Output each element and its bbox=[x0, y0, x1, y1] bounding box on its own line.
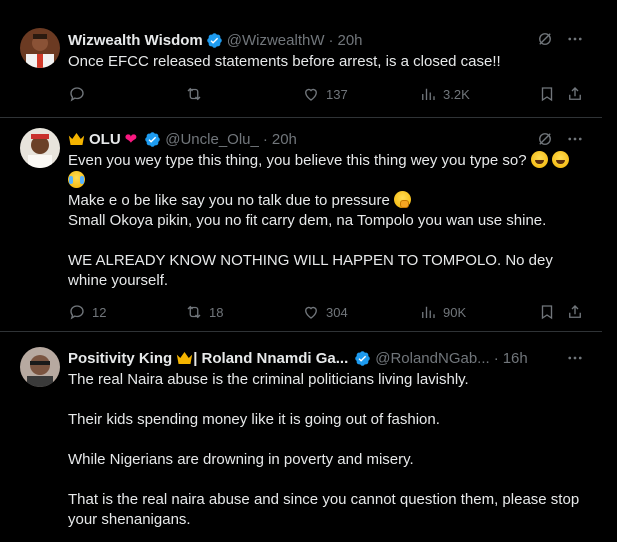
dot-separator: · bbox=[328, 31, 334, 49]
repost-count: 18 bbox=[209, 304, 224, 320]
author-handle[interactable]: @WizwealthW bbox=[227, 32, 325, 49]
tweet-2[interactable]: OLU ❤ @Uncle_Olu_ · 20h Even you wey typ… bbox=[0, 118, 602, 332]
verified-icon bbox=[355, 350, 370, 366]
more-icon[interactable] bbox=[566, 349, 584, 367]
like-button[interactable]: 137 bbox=[302, 84, 348, 104]
verified-icon bbox=[206, 32, 222, 48]
tweet-time[interactable]: 16h bbox=[503, 350, 528, 367]
like-icon bbox=[305, 88, 317, 101]
tweet-line: Their kids spending money like it is goi… bbox=[68, 411, 440, 428]
author-name[interactable]: OLU bbox=[89, 131, 121, 148]
tweet-line-text: o be like say you no talk due to pressur… bbox=[117, 192, 395, 209]
tweet-line-text: Make e bbox=[68, 192, 118, 209]
repost-button[interactable]: 18 bbox=[185, 302, 223, 322]
reply-icon bbox=[70, 87, 84, 102]
author-handle[interactable]: @Uncle_Olu_ bbox=[165, 131, 259, 148]
share-icon bbox=[569, 305, 581, 318]
like-count: 304 bbox=[326, 304, 348, 320]
tweet-header: OLU ❤ @Uncle_Olu_ · 20h bbox=[68, 129, 538, 149]
dot-separator: · bbox=[493, 349, 499, 367]
tweet-top-actions bbox=[566, 349, 584, 367]
verified-icon bbox=[145, 131, 161, 147]
repost-icon bbox=[187, 305, 201, 319]
like-button[interactable]: 304 bbox=[302, 302, 348, 322]
author-name[interactable]: Positivity King bbox=[68, 350, 172, 367]
avatar[interactable] bbox=[20, 28, 60, 68]
avatar[interactable] bbox=[20, 347, 60, 387]
views-button[interactable]: 90K bbox=[419, 302, 466, 322]
share-button[interactable] bbox=[566, 302, 584, 322]
shushing-emoji-icon bbox=[394, 191, 412, 208]
crown-icon bbox=[177, 352, 193, 364]
tweet-line: That is the real naira abuse and since y… bbox=[68, 491, 580, 528]
tweet-3[interactable]: Positivity King | Roland Nnamdi Ga... @R… bbox=[0, 332, 602, 542]
bookmark-button[interactable] bbox=[538, 84, 556, 104]
grok-icon[interactable] bbox=[536, 30, 554, 48]
avatar[interactable] bbox=[20, 128, 60, 168]
views-icon bbox=[422, 306, 435, 318]
tweet-actions: 12 18 304 90K bbox=[68, 302, 588, 322]
tears-of-joy-emoji-icon bbox=[68, 171, 85, 188]
bookmark-button[interactable] bbox=[538, 302, 556, 322]
repost-icon bbox=[187, 87, 201, 101]
tweet-text: Once EFCC released statements before arr… bbox=[68, 52, 588, 72]
tweet-top-actions bbox=[536, 130, 584, 148]
tweet-line: Even you wey type this thing, you believ… bbox=[68, 151, 588, 191]
tweet-text: Even you wey type this thing, you believ… bbox=[68, 151, 588, 291]
tweet-line: While Nigerians are drowning in poverty … bbox=[68, 451, 414, 468]
heart-icon: ❤ bbox=[124, 131, 138, 148]
reply-button[interactable]: 12 bbox=[68, 302, 106, 322]
dot-separator: · bbox=[262, 130, 268, 148]
laughing-emoji-icon bbox=[530, 151, 548, 168]
more-icon[interactable] bbox=[566, 30, 584, 48]
tweet-line-text: Even you wey type this thing, you believ… bbox=[68, 152, 531, 169]
tweet-time[interactable]: 20h bbox=[337, 32, 362, 49]
tweet-line: The real Naira abuse is the criminal pol… bbox=[68, 371, 469, 388]
reply-count: 12 bbox=[92, 304, 107, 320]
like-count: 137 bbox=[326, 86, 348, 102]
bookmark-icon bbox=[541, 305, 553, 320]
crown-icon bbox=[68, 133, 85, 145]
tweet-actions: 137 3.2K bbox=[68, 84, 588, 104]
tweet-header: Positivity King | Roland Nnamdi Ga... @R… bbox=[68, 348, 538, 368]
tweet-line: Once EFCC released statements before arr… bbox=[68, 53, 501, 70]
tweet-line: Make e o be like say you no talk due to … bbox=[68, 191, 588, 211]
author-name-suffix[interactable]: | Roland Nnamdi Ga... bbox=[193, 350, 348, 367]
author-handle[interactable]: @RolandNGab... bbox=[375, 350, 489, 367]
tweet-1[interactable]: Wizwealth Wisdom @WizwealthW · 20h Once … bbox=[0, 0, 602, 118]
views-count: 90K bbox=[443, 304, 467, 320]
like-icon bbox=[305, 306, 317, 319]
tweet-time[interactable]: 20h bbox=[272, 131, 297, 148]
reply-button[interactable] bbox=[68, 84, 92, 104]
bookmark-icon bbox=[541, 87, 553, 102]
tweet-header: Wizwealth Wisdom @WizwealthW · 20h bbox=[68, 30, 538, 50]
reply-icon bbox=[70, 305, 84, 320]
share-button[interactable] bbox=[566, 84, 584, 104]
grok-icon[interactable] bbox=[536, 130, 554, 148]
scrollbar[interactable] bbox=[602, 0, 617, 542]
tweet-line: Small Okoya pikin, you no fit carry dem,… bbox=[68, 212, 547, 229]
views-icon bbox=[422, 88, 435, 100]
views-button[interactable]: 3.2K bbox=[419, 84, 470, 104]
share-icon bbox=[569, 87, 581, 100]
laughing-emoji-icon bbox=[551, 151, 569, 168]
tweet-line: WE ALREADY KNOW NOTHING WILL HAPPEN TO T… bbox=[68, 252, 553, 289]
repost-button[interactable] bbox=[185, 84, 209, 104]
views-count: 3.2K bbox=[443, 86, 470, 102]
tweet-text: The real Naira abuse is the criminal pol… bbox=[68, 370, 588, 530]
author-name[interactable]: Wizwealth Wisdom bbox=[68, 32, 203, 49]
tweet-top-actions bbox=[536, 30, 584, 48]
more-icon[interactable] bbox=[566, 130, 584, 148]
timeline-feed: Wizwealth Wisdom @WizwealthW · 20h Once … bbox=[0, 0, 603, 542]
